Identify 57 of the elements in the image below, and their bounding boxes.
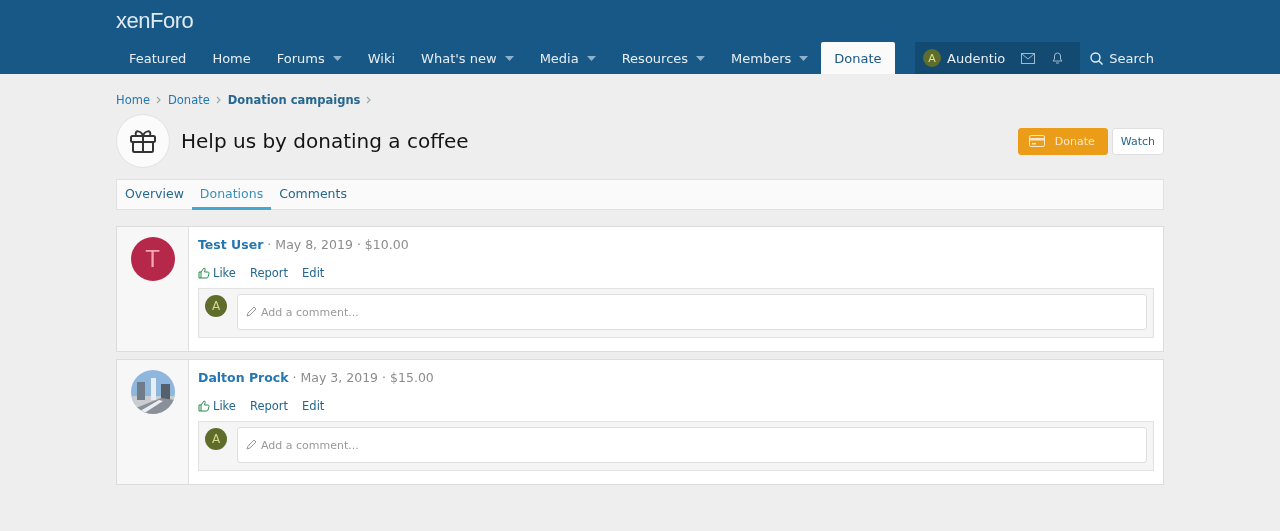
tab[interactable]: Overview xyxy=(117,180,192,210)
donation-date: May 3, 2019 xyxy=(300,370,379,385)
thumbs-up-icon xyxy=(198,267,210,279)
pencil-icon xyxy=(246,306,257,317)
search-button[interactable]: Search xyxy=(1080,42,1164,74)
user-avatar: A xyxy=(205,295,227,317)
user-name-link[interactable]: Dalton Prock xyxy=(198,370,289,385)
caret-icon xyxy=(332,55,342,61)
user-menu[interactable]: A Audentio xyxy=(915,42,1014,74)
nav-tab[interactable]: What's new xyxy=(408,42,527,74)
breadcrumb-link[interactable]: Donation campaigns xyxy=(227,93,361,107)
like-link[interactable]: Like xyxy=(198,399,236,413)
action-link[interactable]: Report xyxy=(249,399,289,413)
breadcrumb-link[interactable]: Donate xyxy=(167,93,210,107)
caret-icon xyxy=(586,55,596,61)
nav-tab[interactable]: Resources xyxy=(608,42,719,74)
caret-icon xyxy=(504,55,514,61)
nav-tab[interactable]: Featured xyxy=(116,42,200,74)
nav-tab[interactable]: Donate xyxy=(821,42,895,74)
user-name: Audentio xyxy=(947,50,1006,66)
user-avatar: A xyxy=(923,49,942,67)
action-link[interactable]: Edit xyxy=(302,266,325,280)
like-link[interactable]: Like xyxy=(198,266,236,280)
search-icon xyxy=(1090,51,1104,65)
user-avatar: T xyxy=(130,237,175,281)
nav-tab[interactable]: Members xyxy=(718,42,822,74)
nav-tab[interactable]: Wiki xyxy=(354,42,409,74)
user-name-link[interactable]: Test User xyxy=(198,237,264,252)
separator-dot: · xyxy=(267,237,272,252)
tab[interactable]: Comments xyxy=(271,180,355,210)
separator-dot: · xyxy=(382,370,387,385)
nav-tab[interactable]: Forums xyxy=(263,42,355,74)
chevron-icon xyxy=(215,96,222,104)
watch-button[interactable]: Watch xyxy=(1111,127,1164,155)
caret-icon xyxy=(696,55,706,61)
thumbs-up-icon xyxy=(198,400,210,412)
user-avatar: A xyxy=(205,428,227,450)
action-link[interactable]: Report xyxy=(249,266,289,280)
card-icon xyxy=(1028,135,1045,147)
nav-tab[interactable]: Home xyxy=(199,42,264,74)
tab[interactable]: Donations xyxy=(191,180,272,210)
chevron-icon xyxy=(155,96,162,104)
caret-icon xyxy=(799,55,809,61)
pencil-icon xyxy=(246,439,257,450)
breadcrumb-link[interactable]: Home xyxy=(116,93,150,107)
action-link[interactable]: Edit xyxy=(302,399,325,413)
donation-date: May 8, 2019 xyxy=(275,237,353,252)
page-title: Help us by donating a coffee xyxy=(181,129,470,153)
comment-field[interactable]: Add a comment... xyxy=(237,294,1147,330)
separator-dot: · xyxy=(292,370,297,385)
donation-amount: $10.00 xyxy=(364,237,409,252)
chevron-icon xyxy=(366,96,373,104)
logo[interactable]: xenForo xyxy=(116,0,194,42)
comment-field[interactable]: Add a comment... xyxy=(237,427,1147,463)
donation-amount: $15.00 xyxy=(390,370,434,385)
separator-dot: · xyxy=(356,237,361,252)
nav-tab[interactable]: Media xyxy=(526,42,609,74)
